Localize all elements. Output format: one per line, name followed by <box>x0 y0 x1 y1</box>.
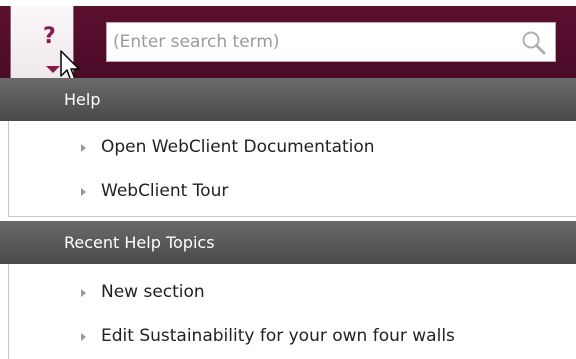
question-mark-icon: ? <box>43 24 56 49</box>
search-input[interactable] <box>113 23 509 61</box>
menu-item-open-documentation[interactable]: Open WebClient Documentation <box>9 125 576 169</box>
section-header-help: Help <box>0 78 576 121</box>
menu-item-new-section[interactable]: New section <box>9 270 576 314</box>
arrow-right-icon <box>81 188 86 196</box>
menu-item-label: WebClient Tour <box>101 181 229 201</box>
menu-item-webclient-tour[interactable]: WebClient Tour <box>9 169 576 213</box>
menu-item-label: Edit Sustainability for your own four wa… <box>101 326 455 346</box>
search-icon[interactable] <box>521 30 547 56</box>
menu-item-label: Open WebClient Documentation <box>101 137 375 157</box>
menu-item-edit-sustainability[interactable]: Edit Sustainability for your own four wa… <box>9 314 576 358</box>
help-menu-list: Open WebClient Documentation WebClient T… <box>8 121 576 216</box>
arrow-right-icon <box>81 333 86 341</box>
menu-item-label: New section <box>101 282 205 302</box>
arrow-right-icon <box>81 289 86 297</box>
arrow-right-icon <box>81 144 86 152</box>
section-header-recent-help-topics: Recent Help Topics <box>0 221 576 264</box>
search-box[interactable] <box>106 22 556 62</box>
divider <box>8 216 576 217</box>
top-bar: ? <box>0 0 576 78</box>
caret-down-icon <box>46 66 60 73</box>
recent-topics-list: New section Edit Sustainability for your… <box>8 264 576 359</box>
